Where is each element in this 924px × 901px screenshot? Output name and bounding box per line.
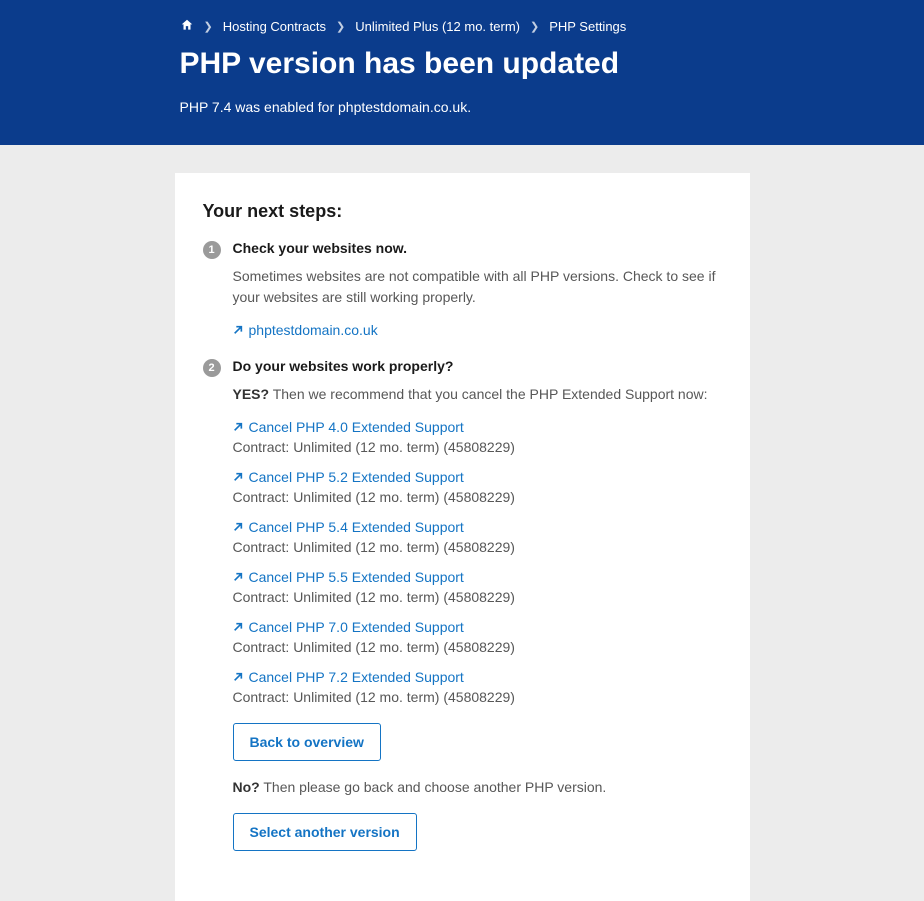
step-number-badge: 1 [203,241,221,259]
cancel-item: Cancel PHP 5.5 Extended Support Contract:… [233,569,726,605]
breadcrumb-php-settings[interactable]: PHP Settings [549,19,626,34]
contract-info: Contract: Unlimited (12 mo. term) (45808… [233,439,726,455]
step-1-title: Check your websites now. [233,240,726,256]
external-link-icon [233,422,243,432]
breadcrumb-hosting-contracts[interactable]: Hosting Contracts [223,19,326,34]
back-to-overview-button[interactable]: Back to overview [233,723,381,761]
breadcrumb-unlimited-plus[interactable]: Unlimited Plus (12 mo. term) [355,19,520,34]
page-title: PHP version has been updated [180,47,750,81]
yes-label: YES? [233,386,270,402]
contract-info: Contract: Unlimited (12 mo. term) (45808… [233,639,726,655]
contract-info: Contract: Unlimited (12 mo. term) (45808… [233,589,726,605]
website-link-label: phptestdomain.co.uk [249,322,378,338]
step-number-badge: 2 [203,359,221,377]
cancel-extended-support-link[interactable]: Cancel PHP 5.4 Extended Support [233,519,464,535]
select-another-version-button[interactable]: Select another version [233,813,417,851]
contract-info: Contract: Unlimited (12 mo. term) (45808… [233,689,726,705]
yes-recommendation: YES? Then we recommend that you cancel t… [233,384,726,405]
chevron-right-icon: ❯ [336,20,345,33]
cancel-extended-support-link[interactable]: Cancel PHP 7.0 Extended Support [233,619,464,635]
cancel-link-label: Cancel PHP 4.0 Extended Support [249,419,464,435]
cancel-extended-support-link[interactable]: Cancel PHP 5.5 Extended Support [233,569,464,585]
breadcrumb: ❯ Hosting Contracts ❯ Unlimited Plus (12… [180,18,750,35]
cancel-link-label: Cancel PHP 5.5 Extended Support [249,569,464,585]
page-header: ❯ Hosting Contracts ❯ Unlimited Plus (12… [0,0,924,145]
cancel-item: Cancel PHP 7.2 Extended Support Contract:… [233,669,726,705]
contract-info: Contract: Unlimited (12 mo. term) (45808… [233,489,726,505]
no-recommendation: No? Then please go back and choose anoth… [233,779,726,795]
cancel-extended-support-link[interactable]: Cancel PHP 5.2 Extended Support [233,469,464,485]
no-label: No? [233,779,260,795]
step-2: 2 Do your websites work properly? YES? T… [203,358,726,851]
step-2-title: Do your websites work properly? [233,358,726,374]
external-link-icon [233,672,243,682]
card-heading: Your next steps: [203,201,726,222]
cancel-item: Cancel PHP 5.2 Extended Support Contract:… [233,469,726,505]
cancel-item: Cancel PHP 5.4 Extended Support Contract:… [233,519,726,555]
step-1-description: Sometimes websites are not compatible wi… [233,266,726,308]
page-subtitle: PHP 7.4 was enabled for phptestdomain.co… [180,99,750,115]
chevron-right-icon: ❯ [204,20,213,33]
breadcrumb-home[interactable] [180,18,194,35]
external-link-icon [233,572,243,582]
contract-info: Contract: Unlimited (12 mo. term) (45808… [233,539,726,555]
external-link-icon [233,522,243,532]
home-icon [180,18,194,32]
cancel-extended-support-link[interactable]: Cancel PHP 4.0 Extended Support [233,419,464,435]
chevron-right-icon: ❯ [530,20,539,33]
external-link-icon [233,325,243,335]
next-steps-card: Your next steps: 1 Check your websites n… [175,173,750,901]
cancel-item: Cancel PHP 7.0 Extended Support Contract:… [233,619,726,655]
cancel-link-label: Cancel PHP 7.0 Extended Support [249,619,464,635]
cancel-extended-support-link[interactable]: Cancel PHP 7.2 Extended Support [233,669,464,685]
external-link-icon [233,622,243,632]
website-link[interactable]: phptestdomain.co.uk [233,322,378,338]
cancel-link-label: Cancel PHP 7.2 Extended Support [249,669,464,685]
cancel-link-label: Cancel PHP 5.4 Extended Support [249,519,464,535]
external-link-icon [233,472,243,482]
step-1: 1 Check your websites now. Sometimes web… [203,240,726,338]
cancel-item: Cancel PHP 4.0 Extended Support Contract:… [233,419,726,455]
cancel-link-label: Cancel PHP 5.2 Extended Support [249,469,464,485]
cancel-links-list: Cancel PHP 4.0 Extended Support Contract:… [233,419,726,705]
